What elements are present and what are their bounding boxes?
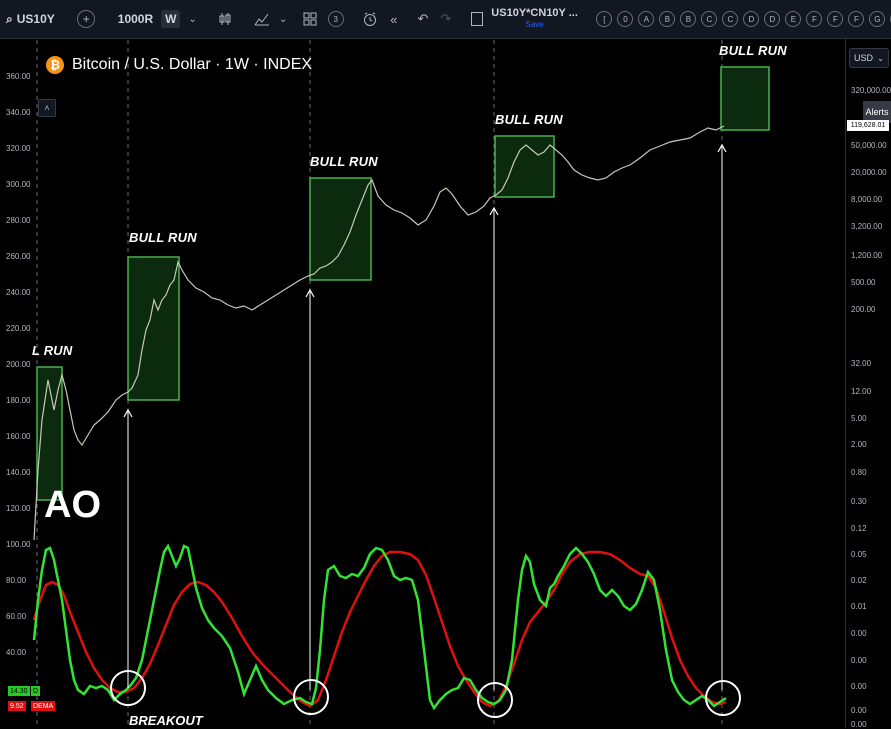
right-scale-tick: 0.05 xyxy=(851,550,867,559)
currency-selector[interactable]: USD ⌄ xyxy=(849,48,889,68)
ao-green-value: 14.30 xyxy=(10,687,28,695)
collapse-legend-button[interactable]: ˄ xyxy=(38,99,56,117)
right-scale-tick: 0.02 xyxy=(851,576,867,585)
right-scale-tick: 0.00 xyxy=(851,682,867,691)
right-scale-tick: 0.12 xyxy=(851,524,867,533)
right-scale-tick: 0.00 xyxy=(851,629,867,638)
breakout-label: BREAKOUT xyxy=(129,713,203,728)
bull-run-box xyxy=(494,135,555,198)
chart-legend-title: ₿ Bitcoin / U.S. Dollar · 1W · INDEX xyxy=(46,56,312,74)
left-scale-tick: 360.00 xyxy=(6,72,31,81)
ao-green-value-tag: 14.30 xyxy=(8,686,30,696)
right-scale-tick: 0.30 xyxy=(851,497,867,506)
bull-run-label-3: BULL RUN xyxy=(310,154,378,169)
chevron-down-icon: ⌄ xyxy=(877,53,884,63)
left-scale-tick: 240.00 xyxy=(6,288,31,297)
left-scale-tick: 40.00 xyxy=(6,648,27,657)
bull-run-box xyxy=(720,66,770,131)
ao-red-value: 9.52 xyxy=(10,702,24,710)
right-scale-tick: 0.80 xyxy=(851,468,867,477)
left-scale-tick: 340.00 xyxy=(6,108,31,117)
left-scale-tick: 100.00 xyxy=(6,540,31,549)
chevron-up-icon: ˄ xyxy=(44,103,50,113)
right-scale-tick: 1,200.00 xyxy=(851,251,883,260)
left-scale-tick: 200.00 xyxy=(6,360,31,369)
right-scale-tick: 12.00 xyxy=(851,387,872,396)
bull-run-box xyxy=(309,177,372,281)
left-scale-tick: 60.00 xyxy=(6,612,27,621)
right-scale-tick: 3,200.00 xyxy=(851,222,883,231)
right-scale-tick: 500.00 xyxy=(851,278,876,287)
ao-green-letter: D xyxy=(33,687,39,695)
chart-title: Bitcoin / U.S. Dollar · 1W · INDEX xyxy=(72,56,313,73)
ao-red-label: DEMA xyxy=(33,702,54,710)
left-scale-tick: 160.00 xyxy=(6,432,31,441)
left-scale-tick: 120.00 xyxy=(6,504,31,513)
ao-label: AO xyxy=(44,484,101,526)
right-scale-tick: 320,000.00 xyxy=(851,86,891,95)
right-scale-tick: 0.01 xyxy=(851,602,867,611)
last-price-tag: 119,628.01 xyxy=(847,120,889,131)
ao-red-value-tag: 9.52 xyxy=(8,701,26,711)
alerts-label: Alerts xyxy=(865,107,889,117)
ao-red-label-tag: DEMA xyxy=(31,701,56,711)
bull-run-box xyxy=(127,256,180,401)
chart-canvas xyxy=(32,40,770,728)
bull-run-label-4: BULL RUN xyxy=(495,112,563,127)
right-scale-tick: 200.00 xyxy=(851,305,876,314)
left-scale-tick: 220.00 xyxy=(6,324,31,333)
right-scale-tick: 8,000.00 xyxy=(851,195,883,204)
left-scale-tick: 320.00 xyxy=(6,144,31,153)
ao-green-letter-tag: D xyxy=(31,686,41,696)
right-scale-tick: 0.00 xyxy=(851,706,867,715)
left-scale-tick: 280.00 xyxy=(6,216,31,225)
right-scale-tick: 0.00 xyxy=(851,656,867,665)
left-scale-tick: 140.00 xyxy=(6,468,31,477)
last-price-value: 119,628.01 xyxy=(850,122,886,129)
right-scale-tick: 2.00 xyxy=(851,440,867,449)
right-scale-tick: 20,000.00 xyxy=(851,168,887,177)
bull-run-label-1: L RUN xyxy=(32,343,73,358)
right-scale-tick: 5.00 xyxy=(851,414,867,423)
bitcoin-logo-icon: ₿ xyxy=(46,56,64,74)
right-scale-tick: 32.00 xyxy=(851,359,872,368)
ao-dema-line xyxy=(32,550,727,708)
crossover-circle xyxy=(705,680,741,716)
left-scale-tick: 260.00 xyxy=(6,252,31,261)
currency-label: USD xyxy=(854,53,874,63)
left-scale-tick: 300.00 xyxy=(6,180,31,189)
bull-run-label-5: BULL RUN xyxy=(719,43,787,58)
left-scale-tick: 80.00 xyxy=(6,576,27,585)
left-scale-tick: 180.00 xyxy=(6,396,31,405)
right-scale-tick: 50,000.00 xyxy=(851,141,887,150)
bull-run-label-2: BULL RUN xyxy=(129,230,197,245)
